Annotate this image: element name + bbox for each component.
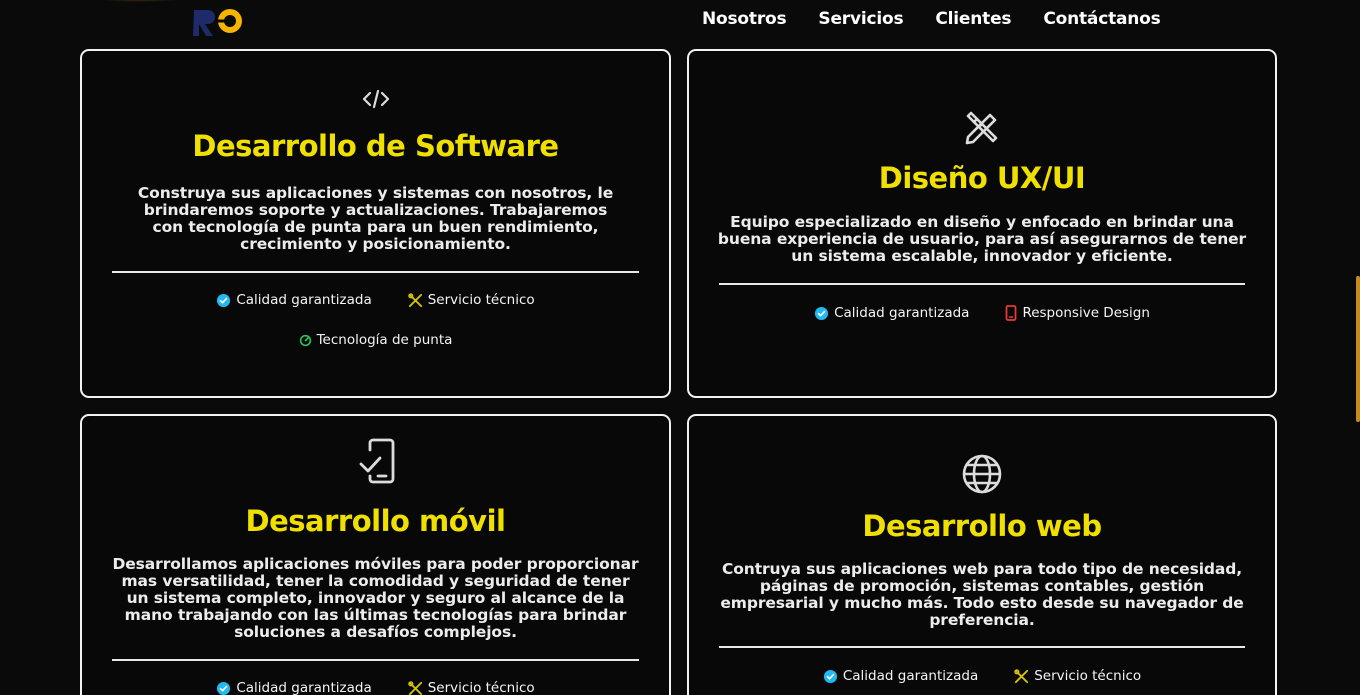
card-title: Diseño UX/UI	[878, 161, 1086, 195]
verified-icon	[217, 293, 231, 307]
badge-service: Servicio técnico	[407, 292, 535, 308]
mobile-check-icon	[359, 438, 394, 484]
card-description: Desarrollamos aplicaciones móviles para …	[112, 555, 639, 641]
verified-icon	[815, 306, 829, 320]
badge-row: Calidad garantizada Servicio técnico	[82, 292, 669, 308]
code-icon	[362, 89, 389, 109]
company-logo[interactable]	[190, 2, 244, 38]
globe-icon	[962, 454, 1002, 494]
badge-label: Calidad garantizada	[834, 305, 970, 321]
badge-row: Calidad garantizada Servicio técnico	[82, 680, 669, 695]
card-description: Equipo especializado en diseño y enfocad…	[717, 213, 1247, 265]
badge-row: Calidad garantizada Servicio técnico	[689, 668, 1275, 684]
scrollbar-thumb[interactable]	[1356, 276, 1360, 422]
badge-quality: Calidad garantizada	[216, 680, 372, 695]
tools-icon	[407, 292, 422, 307]
badge-row: Calidad garantizada Responsive Design	[689, 305, 1275, 321]
card-title: Desarrollo de Software	[192, 129, 559, 163]
mobile-icon	[1006, 305, 1017, 321]
card-title: Desarrollo web	[862, 509, 1102, 543]
badge-label: Servicio técnico	[427, 680, 535, 695]
card-divider	[719, 283, 1245, 285]
badge-quality: Calidad garantizada	[216, 292, 372, 308]
badge-quality: Calidad garantizada	[814, 305, 969, 321]
service-card-software: Desarrollo de Software Construya sus apl…	[80, 49, 671, 398]
card-divider	[112, 659, 639, 661]
service-card-mobile: Desarrollo móvil Desarrollamos aplicacio…	[80, 414, 671, 695]
badge-responsive: Responsive Design	[1005, 305, 1150, 321]
badge-label: Calidad garantizada	[842, 668, 979, 684]
service-card-web: Desarrollo web Contruya sus aplicaciones…	[687, 414, 1277, 695]
nav-servicios[interactable]: Servicios	[818, 9, 903, 29]
badge-label: Tecnología de punta	[316, 332, 453, 348]
card-description: Contruya sus aplicaciones web para todo …	[720, 560, 1244, 629]
site-header: Nosotros Servicios Clientes Contáctanos	[0, 0, 1360, 44]
badge-label: Servicio técnico	[1034, 668, 1142, 684]
badge-label: Calidad garantizada	[236, 680, 372, 695]
badge-label: Servicio técnico	[427, 292, 535, 308]
card-description: Construya sus aplicaciones y sistemas co…	[137, 184, 614, 253]
card-title: Desarrollo móvil	[245, 504, 506, 538]
badge-quality: Calidad garantizada	[823, 668, 978, 684]
tools-icon	[1014, 668, 1029, 683]
main-nav: Nosotros Servicios Clientes Contáctanos	[702, 9, 1161, 29]
rocket-icon	[299, 334, 311, 346]
service-card-uxui: Diseño UX/UI Equipo especializado en dis…	[687, 49, 1277, 398]
badge-technology: Tecnología de punta	[299, 332, 453, 348]
card-divider	[112, 271, 639, 273]
badge-label: Calidad garantizada	[236, 292, 372, 308]
nav-contactanos[interactable]: Contáctanos	[1043, 9, 1160, 29]
nav-nosotros[interactable]: Nosotros	[702, 9, 787, 29]
design-tools-icon	[965, 111, 998, 145]
nav-clientes[interactable]: Clientes	[935, 9, 1011, 29]
verified-icon	[823, 669, 837, 683]
badge-service: Servicio técnico	[407, 680, 535, 695]
verified-icon	[217, 681, 231, 695]
badge-service: Servicio técnico	[1014, 668, 1141, 684]
tools-icon	[407, 680, 422, 695]
badge-label: Responsive Design	[1022, 305, 1150, 321]
badge-row: Tecnología de punta	[82, 332, 669, 348]
card-divider	[719, 646, 1245, 648]
